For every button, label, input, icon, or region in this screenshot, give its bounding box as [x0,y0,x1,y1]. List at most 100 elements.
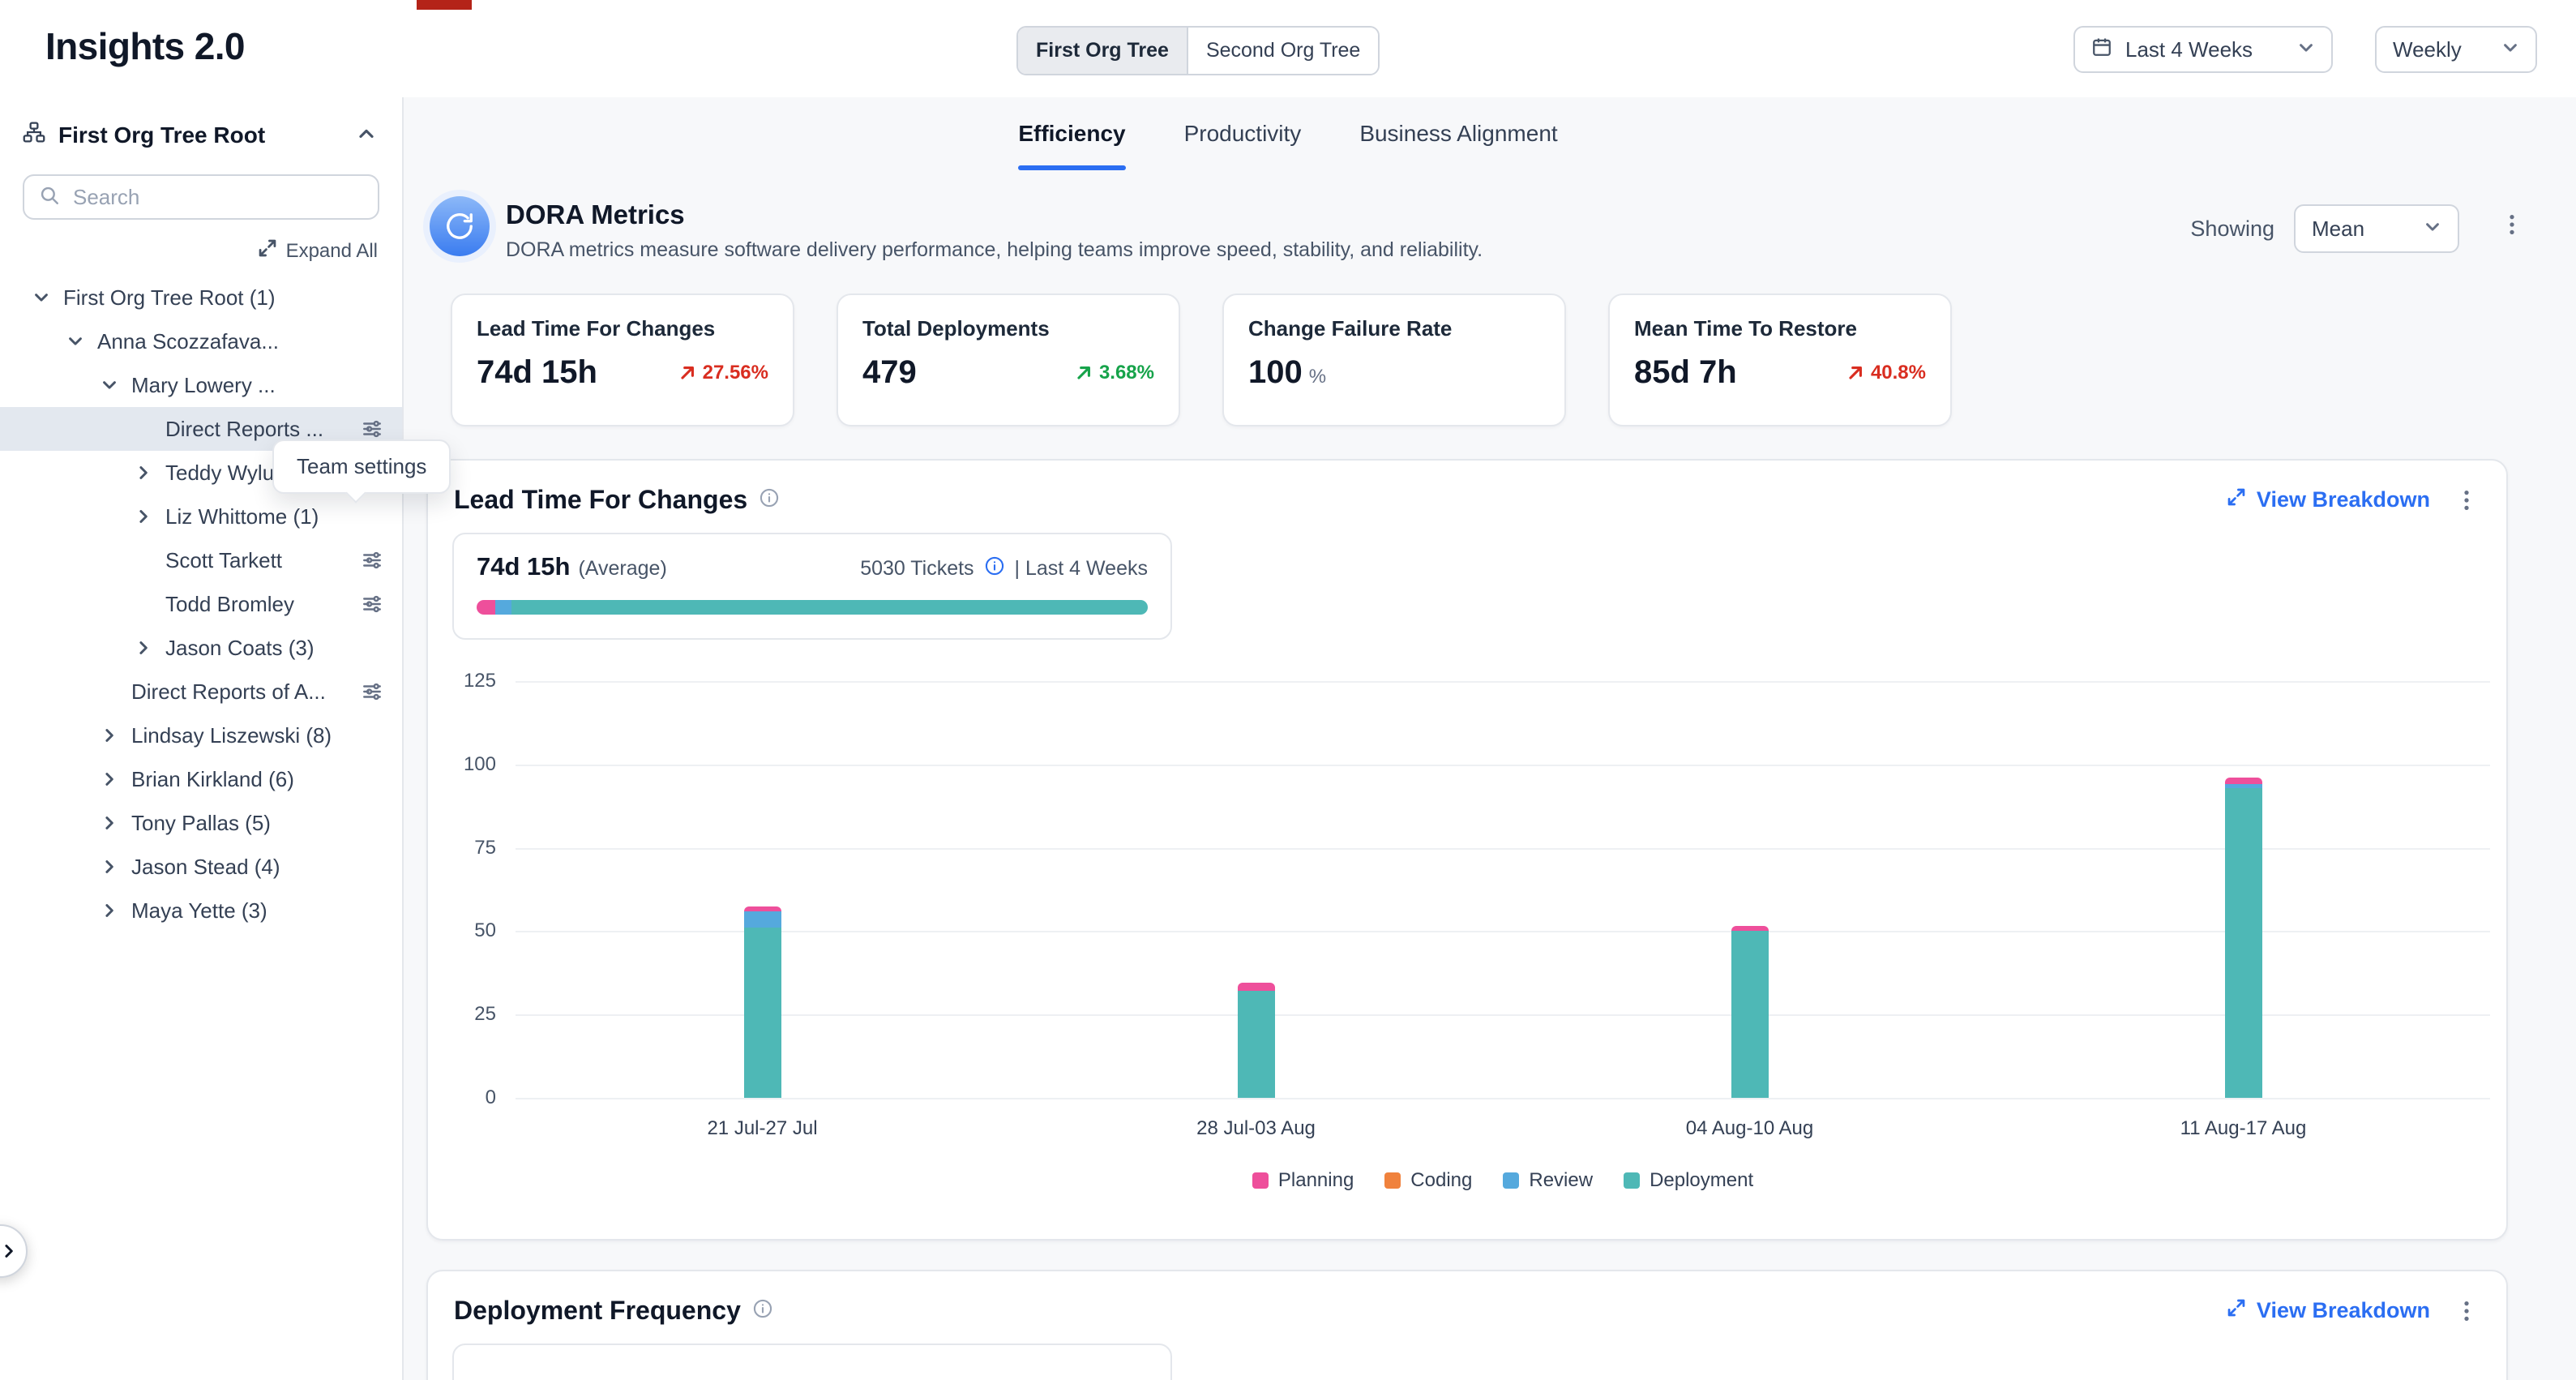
tree-item-liz-whittome-1[interactable]: Liz Whittome (1) [0,495,402,538]
tree-item-label: Jason Stead (4) [131,855,383,880]
collapse-chevron-up-icon[interactable] [357,120,376,150]
x-axis-label: 11 Aug-17 Aug [2180,1117,2307,1140]
chevron-down-icon[interactable] [32,289,63,306]
expand-all-label: Expand All [286,240,378,263]
metric-title: Lead Time For Changes [477,316,768,341]
tree-item-label: First Org Tree Root (1) [63,285,383,311]
summary-top-row: 74d 15h (Average) 5030 Tickets | Last 4 … [477,552,1148,582]
gridline [516,1014,2490,1016]
breakdown-expand-icon [2226,486,2247,513]
tree-item-todd-bromley[interactable]: Todd Bromley [0,582,402,626]
info-icon[interactable] [752,1296,773,1326]
deployment-kebab-menu[interactable] [2454,1299,2479,1323]
legend-item-coding[interactable]: Coding [1384,1169,1472,1192]
deployment-header: Deployment Frequency View Breakdown [428,1271,2506,1326]
tab-productivity[interactable]: Productivity [1184,97,1302,170]
granularity-value: Weekly [2393,37,2488,62]
chevron-right-icon[interactable] [101,726,131,744]
bar-stack-11-aug-17-aug[interactable] [2225,778,2262,1098]
tree-item-lindsay-liszewski-8[interactable]: Lindsay Liszewski (8) [0,714,402,757]
summary-bar-segment-2 [511,600,1148,615]
y-axis-tick-label: 125 [464,670,496,692]
chevron-right-icon[interactable] [135,508,165,525]
tab-business-alignment[interactable]: Business Alignment [1359,97,1557,170]
legend-label: Planning [1278,1169,1354,1192]
tree-item-jason-coats-3[interactable]: Jason Coats (3) [0,626,402,670]
date-range-select[interactable]: Last 4 Weeks [2073,26,2333,73]
team-settings-icon[interactable] [362,681,383,702]
search-input[interactable] [73,185,363,210]
tree-item-label: Tony Pallas (5) [131,811,383,836]
tree-item-label: Brian Kirkland (6) [131,767,383,792]
org-tab-first-org-tree[interactable]: First Org Tree [1018,28,1187,74]
chevron-right-icon[interactable] [101,770,131,788]
tree-item-first-org-tree-root-1[interactable]: First Org Tree Root (1) [0,276,402,319]
summary-average-value: 74d 15h [477,552,570,581]
dora-title: DORA Metrics [506,199,685,230]
bar-stack-28-jul-03-aug[interactable] [1238,983,1275,1098]
metric-value-row: 85d 7h40.8% [1634,354,1926,391]
tree-item-anna-scozzafava[interactable]: Anna Scozzafava... [0,319,402,363]
legend-item-review[interactable]: Review [1503,1169,1593,1192]
tree-item-jason-stead-4[interactable]: Jason Stead (4) [0,845,402,889]
dora-kebab-menu[interactable] [2500,212,2524,237]
chevron-right-icon[interactable] [101,814,131,832]
gridline [516,765,2490,766]
summary-range: | Last 4 Weeks [1015,557,1148,581]
tree-item-maya-yette-3[interactable]: Maya Yette (3) [0,889,402,932]
view-breakdown-button[interactable]: View Breakdown [2226,486,2430,513]
deployment-summary-card [452,1344,1172,1380]
chevron-right-icon[interactable] [101,902,131,919]
bar-segment-planning [1238,983,1275,991]
bar-stack-21-jul-27-jul[interactable] [744,906,781,1098]
tree-item-brian-kirkland-6[interactable]: Brian Kirkland (6) [0,757,402,801]
metric-card-total-deployments: Total Deployments4793.68% [837,294,1180,426]
bar-segment-deployment [1731,931,1769,1098]
calendar-icon [2091,36,2112,63]
lead-time-header: Lead Time For Changes View Breakdown [428,461,2506,515]
granularity-select[interactable]: Weekly [2375,26,2537,73]
info-icon[interactable] [984,555,1005,582]
legend-label: Coding [1410,1169,1472,1192]
lead-time-kebab-menu[interactable] [2454,488,2479,512]
metric-value-row: 74d 15h27.56% [477,354,768,391]
chevron-right-icon[interactable] [135,639,165,657]
page: Insights 2.0 First Org TreeSecond Org Tr… [0,0,2576,1380]
info-icon[interactable] [759,485,780,515]
legend-item-planning[interactable]: Planning [1252,1169,1354,1192]
lead-time-title-text: Lead Time For Changes [454,485,747,515]
team-settings-icon[interactable] [362,594,383,615]
bar-stack-04-aug-10-aug[interactable] [1731,926,1769,1098]
view-breakdown-button[interactable]: View Breakdown [2226,1297,2430,1324]
tree-item-scott-tarkett[interactable]: Scott Tarkett [0,538,402,582]
tree-item-mary-lowery[interactable]: Mary Lowery ... [0,363,402,407]
bar-segment-deployment [2225,788,2262,1098]
chevron-down-icon[interactable] [66,332,97,350]
tree-item-tony-pallas-5[interactable]: Tony Pallas (5) [0,801,402,845]
lead-time-summary-card: 74d 15h (Average) 5030 Tickets | Last 4 … [452,533,1172,640]
org-tree-sidebar: First Org Tree Root Expand All First Org… [0,97,404,1380]
org-tab-second-org-tree[interactable]: Second Org Tree [1187,28,1378,74]
metric-value: 85d 7h [1634,354,1737,391]
chart-legend: Planning Coding Review Deployment [516,1169,2490,1192]
chevron-right-icon[interactable] [135,464,165,482]
expand-all-button[interactable]: Expand All [24,238,378,264]
tree-item-label: Liz Whittome (1) [165,504,383,529]
org-chart-icon [23,120,45,150]
legend-item-deployment[interactable]: Deployment [1624,1169,1753,1192]
tree-item-direct-reports-of-a[interactable]: Direct Reports of A... [0,670,402,714]
tab-efficiency[interactable]: Efficiency [1018,97,1125,170]
aggregation-select[interactable]: Mean [2294,204,2459,253]
org-tree-toggle: First Org TreeSecond Org Tree [1016,26,1380,75]
chevron-right-icon[interactable] [101,858,131,876]
legend-swatch [1384,1172,1401,1189]
team-settings-icon[interactable] [362,418,383,439]
sidebar-header: First Org Tree Root [0,97,402,166]
view-breakdown-label: View Breakdown [2257,1298,2430,1323]
chevron-down-icon[interactable] [101,376,131,394]
metric-value: 74d 15h [477,354,597,391]
metric-value: 100% [1248,354,1326,391]
team-settings-icon[interactable] [362,550,383,571]
tree-item-label: Lindsay Liszewski (8) [131,723,383,748]
metric-card-lead-time-for-changes: Lead Time For Changes 74d 15h27.56% [451,294,794,426]
